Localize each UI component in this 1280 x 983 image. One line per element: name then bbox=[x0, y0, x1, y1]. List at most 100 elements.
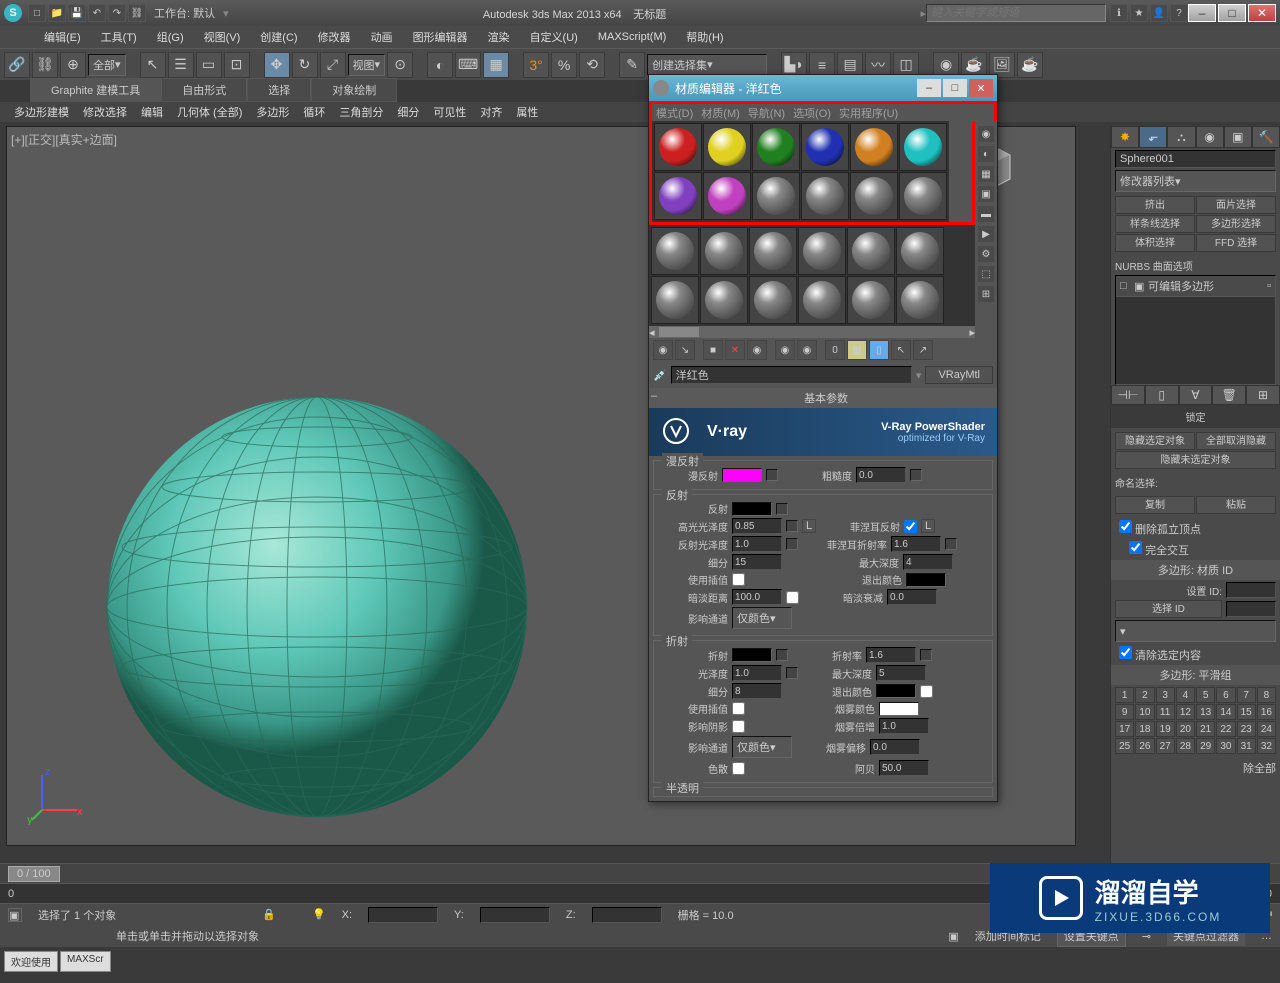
show-result-icon[interactable]: ▯ bbox=[1145, 385, 1179, 405]
smoothing-group-button[interactable]: 28 bbox=[1176, 738, 1195, 754]
ribbon-panel[interactable]: 几何体 (全部) bbox=[171, 102, 248, 122]
smoothing-group-button[interactable]: 5 bbox=[1196, 687, 1215, 703]
ribbon-panel[interactable]: 修改选择 bbox=[77, 102, 133, 122]
star-icon[interactable]: ★ bbox=[1130, 4, 1148, 22]
menu-tools[interactable]: 工具(T) bbox=[97, 27, 141, 47]
smoothing-group-button[interactable]: 20 bbox=[1176, 721, 1195, 737]
ribbon-panel[interactable]: 可见性 bbox=[427, 102, 472, 122]
menu-help[interactable]: 帮助(H) bbox=[682, 27, 727, 47]
move-button[interactable]: ✥ bbox=[264, 52, 290, 78]
sample-uv-icon[interactable]: ▣ bbox=[977, 185, 995, 203]
material-sample-slot[interactable] bbox=[798, 227, 846, 275]
stack-item-editable-poly[interactable]: □ ▣ 可编辑多边形 ▫ bbox=[1116, 276, 1275, 297]
go-forward-icon[interactable]: ↗ bbox=[913, 340, 933, 360]
panel-btn[interactable]: 体积选择 bbox=[1115, 234, 1195, 252]
reflect-color-swatch[interactable] bbox=[732, 502, 772, 516]
ribbon-panel[interactable]: 细分 bbox=[391, 102, 425, 122]
smoothing-group-button[interactable]: 29 bbox=[1196, 738, 1215, 754]
material-sample-slot[interactable] bbox=[798, 276, 846, 324]
fog-bias-spinner[interactable] bbox=[870, 739, 920, 755]
select-id-button[interactable]: 选择 ID bbox=[1115, 600, 1222, 618]
ribbon-panel[interactable]: 对齐 bbox=[474, 102, 508, 122]
make-preview-icon[interactable]: ▶ bbox=[977, 225, 995, 243]
material-sample-slot[interactable] bbox=[703, 123, 751, 171]
panel-btn[interactable]: 挤出 bbox=[1115, 196, 1195, 214]
reset-map-icon[interactable]: ✕ bbox=[725, 340, 745, 360]
diffuse-color-swatch[interactable] bbox=[722, 468, 762, 482]
smoothing-group-button[interactable]: 8 bbox=[1257, 687, 1276, 703]
smoothing-group-button[interactable]: 16 bbox=[1257, 704, 1276, 720]
matid-dropdown[interactable]: ▾ bbox=[1115, 620, 1276, 642]
clear-all-link[interactable]: 除全部 bbox=[1243, 763, 1276, 775]
mat-menu-utilities[interactable]: 实用程序(U) bbox=[839, 105, 898, 121]
close-button[interactable]: ✕ bbox=[1248, 4, 1276, 22]
reflect-map-checkbox[interactable] bbox=[776, 503, 788, 515]
spinner-snap-button[interactable]: ⟲ bbox=[579, 52, 605, 78]
material-sample-slot[interactable] bbox=[896, 276, 944, 324]
make-unique-icon[interactable]: ◉ bbox=[775, 340, 795, 360]
select-by-mat-icon[interactable]: ⬚ bbox=[977, 265, 995, 283]
background-icon[interactable]: ▦ bbox=[977, 165, 995, 183]
x-coord-input[interactable] bbox=[368, 907, 438, 923]
fresnel-ior-spinner[interactable] bbox=[891, 536, 941, 552]
put-to-scene-icon[interactable]: ↘ bbox=[675, 340, 695, 360]
delete-isolated-checkbox[interactable] bbox=[1119, 520, 1132, 533]
refr-exit-color-swatch[interactable] bbox=[876, 684, 916, 698]
smoothing-group-button[interactable]: 22 bbox=[1216, 721, 1235, 737]
hilight-map-checkbox[interactable] bbox=[786, 520, 798, 532]
smoothing-group-button[interactable]: 2 bbox=[1135, 687, 1154, 703]
redo-icon[interactable]: ↷ bbox=[108, 4, 126, 22]
smoothing-group-button[interactable]: 27 bbox=[1156, 738, 1175, 754]
mat-menu-navigation[interactable]: 导航(N) bbox=[748, 105, 785, 121]
ribbon-panel[interactable]: 多边形 bbox=[250, 102, 295, 122]
workspace-label[interactable]: 工作台: 默认 bbox=[154, 5, 215, 21]
abbe-spinner[interactable] bbox=[879, 760, 929, 776]
smoothing-group-button[interactable]: 31 bbox=[1237, 738, 1256, 754]
mat-map-nav-icon[interactable]: ⊞ bbox=[977, 285, 995, 303]
sphere-object[interactable] bbox=[97, 387, 537, 827]
reflect-gloss-spinner[interactable] bbox=[732, 536, 782, 552]
link-button[interactable]: 🔗 bbox=[4, 52, 30, 78]
hide-selected-button[interactable]: 隐藏选定对象 bbox=[1115, 432, 1195, 450]
ribbon-tab-freeform[interactable]: 自由形式 bbox=[161, 78, 247, 102]
named-selection-dropdown[interactable]: 创建选择集 ▾ bbox=[647, 54, 767, 76]
affect-shadows-checkbox[interactable] bbox=[732, 720, 745, 733]
edit-selection-button[interactable]: ✎ bbox=[619, 52, 645, 78]
ribbon-panel[interactable]: 属性 bbox=[510, 102, 544, 122]
show-in-vp-icon[interactable]: ▦ bbox=[847, 340, 867, 360]
refr-maxdepth-spinner[interactable] bbox=[876, 665, 926, 681]
fresnel-checkbox[interactable] bbox=[904, 520, 917, 533]
ribbon-panel[interactable]: 三角剖分 bbox=[333, 102, 389, 122]
material-sample-slot[interactable] bbox=[850, 172, 898, 220]
hide-unselected-button[interactable]: 隐藏未选定对象 bbox=[1115, 451, 1276, 469]
material-sample-slot[interactable] bbox=[899, 123, 947, 171]
user-icon[interactable]: 👤 bbox=[1150, 4, 1168, 22]
refl-exit-color-swatch[interactable] bbox=[906, 573, 946, 587]
menu-edit[interactable]: 编辑(E) bbox=[40, 27, 85, 47]
assign-to-sel-icon[interactable]: ■ bbox=[703, 340, 723, 360]
manipulate-button[interactable]: ◐ bbox=[427, 52, 453, 78]
smoothing-group-button[interactable]: 23 bbox=[1237, 721, 1256, 737]
keyboard-shortcut-button[interactable]: ⌨ bbox=[455, 52, 481, 78]
roughness-map-checkbox[interactable] bbox=[910, 469, 922, 481]
percent-snap-button[interactable]: % bbox=[551, 52, 577, 78]
refl-interp-checkbox[interactable] bbox=[732, 573, 745, 586]
put-to-lib-icon[interactable]: ◉ bbox=[797, 340, 817, 360]
welcome-tab[interactable]: 欢迎使用 bbox=[4, 951, 58, 972]
smoothing-group-button[interactable]: 6 bbox=[1216, 687, 1235, 703]
mat-menu-modes[interactable]: 模式(D) bbox=[656, 105, 693, 121]
smoothing-group-button[interactable]: 24 bbox=[1257, 721, 1276, 737]
material-sample-slot[interactable] bbox=[752, 123, 800, 171]
smoothing-group-button[interactable]: 15 bbox=[1237, 704, 1256, 720]
smoothing-group-button[interactable]: 30 bbox=[1216, 738, 1235, 754]
rect-select-button[interactable]: ▭ bbox=[196, 52, 222, 78]
refl-maxdepth-spinner[interactable] bbox=[903, 554, 953, 570]
motion-tab-icon[interactable]: ◉ bbox=[1196, 126, 1224, 148]
refr-gloss-map-checkbox[interactable] bbox=[786, 667, 798, 679]
video-check-icon[interactable]: ▬ bbox=[977, 205, 995, 223]
maximize-button[interactable]: □ bbox=[1218, 4, 1246, 22]
full-interactivity-checkbox[interactable] bbox=[1129, 541, 1142, 554]
pin-stack-icon[interactable]: ⊣⊢ bbox=[1111, 385, 1145, 405]
menu-customize[interactable]: 自定义(U) bbox=[526, 27, 582, 47]
copy-button[interactable]: 复制 bbox=[1115, 496, 1195, 514]
